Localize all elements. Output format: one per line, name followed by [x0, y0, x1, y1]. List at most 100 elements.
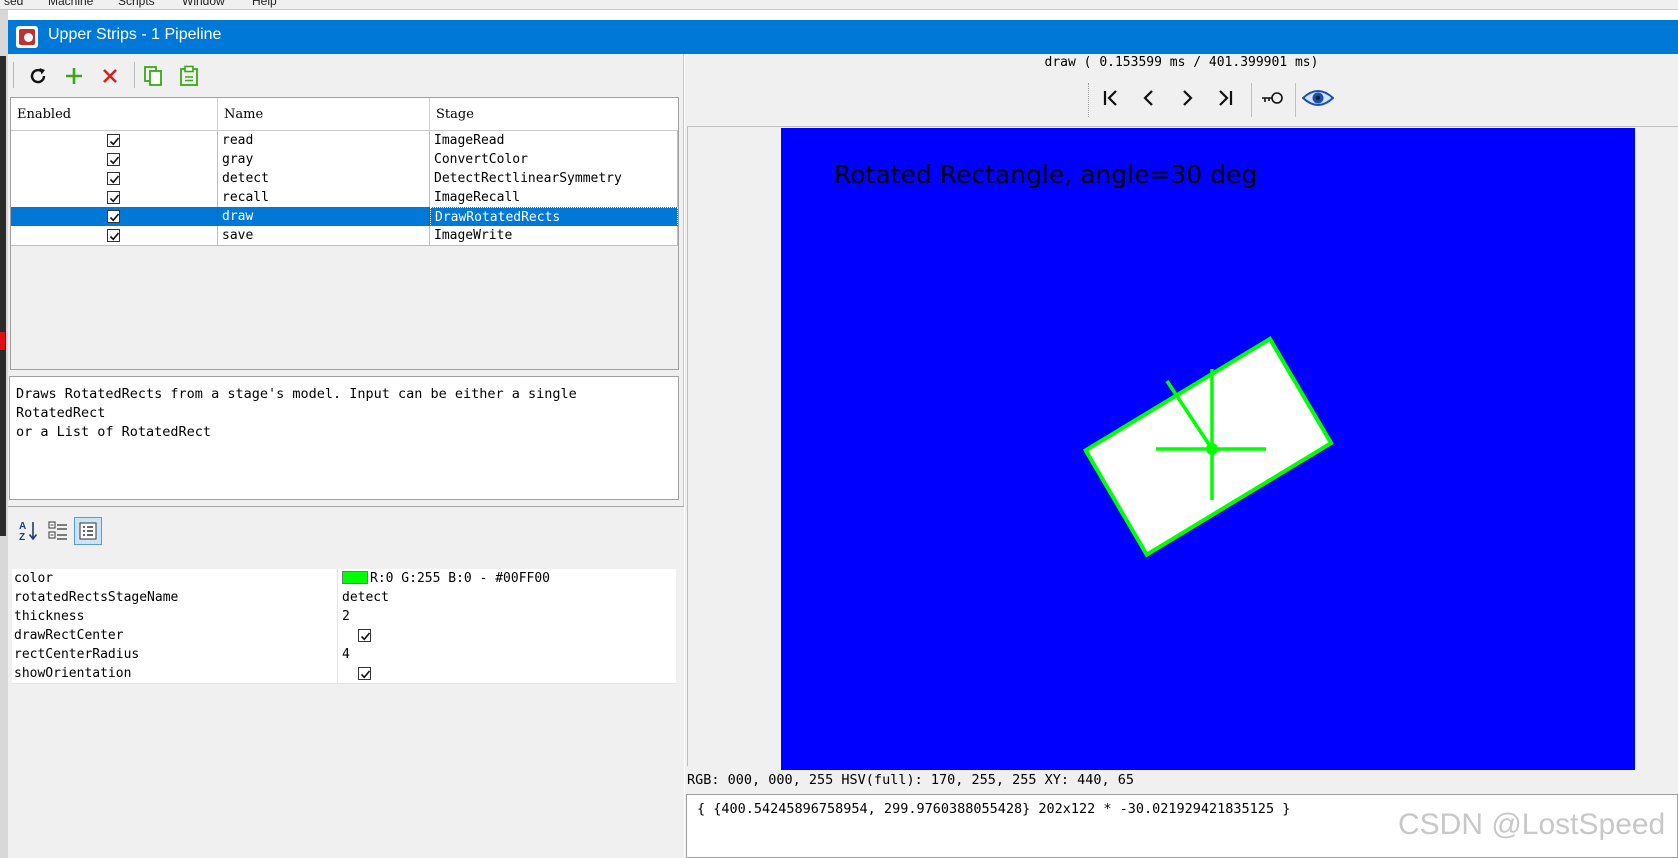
stage-type-cell[interactable]: DrawRotatedRects: [430, 207, 678, 227]
table-row[interactable]: detect DetectRectlinearSymmetry: [11, 169, 678, 189]
property-key: showOrientation: [14, 666, 132, 681]
background-window-edge: [0, 10, 8, 858]
table-row[interactable]: read ImageRead: [11, 131, 678, 151]
property-row[interactable]: thickness 2: [12, 607, 676, 627]
description-line: Draws RotatedRects from a stage's model.…: [16, 386, 577, 421]
next-icon: [1183, 90, 1193, 106]
first-frame-button[interactable]: [1097, 85, 1125, 111]
stage-type-cell[interactable]: DetectRectlinearSymmetry: [430, 169, 678, 189]
table-row[interactable]: save ImageWrite: [11, 226, 678, 246]
pixel-info-label: RGB: 000, 000, 255 HSV(full): 170, 255, …: [687, 772, 1135, 788]
eye-icon: [1302, 90, 1334, 106]
toolbar-separator: [1251, 83, 1252, 117]
add-stage-button[interactable]: [60, 62, 88, 90]
sort-alpha-icon: A Z: [19, 521, 38, 543]
stage-type-cell[interactable]: ImageWrite: [430, 226, 678, 246]
stage-description: Draws RotatedRects from a stage's model.…: [9, 376, 679, 500]
table-header: Enabled Name Stage: [11, 98, 678, 131]
stage-name-cell[interactable]: draw: [218, 207, 430, 227]
property-key: rectCenterRadius: [14, 647, 140, 662]
stage-name-cell[interactable]: recall: [218, 188, 430, 208]
enabled-checkbox[interactable]: [107, 210, 120, 223]
stages-table: Enabled Name Stage read ImageRead gray C…: [10, 97, 679, 370]
refresh-button[interactable]: [24, 62, 52, 90]
enabled-checkbox[interactable]: [107, 229, 120, 242]
menu-fragment[interactable]: sed: [4, 0, 23, 8]
categorized-icon: [48, 521, 67, 540]
show-image-toggle[interactable]: [1301, 85, 1335, 111]
property-key: rotatedRectsStageName: [14, 590, 179, 605]
plus-icon: [66, 68, 82, 84]
pipeline-panel: Enabled Name Stage read ImageRead gray C…: [8, 54, 684, 858]
rect-center-dot: [1206, 443, 1218, 455]
property-row[interactable]: showOrientation: [12, 664, 676, 684]
stage-name-cell[interactable]: detect: [218, 169, 430, 189]
enabled-checkbox[interactable]: [107, 134, 120, 147]
svg-text:A: A: [19, 521, 26, 532]
timing-label: draw ( 0.153599 ms / 401.399901 ms): [1044, 55, 1319, 70]
table-row-selected[interactable]: draw DrawRotatedRects: [11, 207, 678, 227]
property-value[interactable]: 4: [342, 645, 350, 664]
properties-panel: A Z color R:0 G:255 B:0 - #00FF00 rotate…: [8, 506, 684, 858]
pin-button[interactable]: [1259, 85, 1287, 111]
stage-name-cell[interactable]: read: [218, 131, 430, 151]
property-key: color: [14, 571, 54, 586]
categorized-button[interactable]: [44, 517, 72, 545]
window-title: Upper Strips - 1 Pipeline: [48, 26, 222, 43]
watermark: CSDN @LostSpeed: [1398, 808, 1666, 841]
column-header-name[interactable]: Name: [218, 98, 430, 131]
table-row[interactable]: recall ImageRecall: [11, 188, 678, 208]
pipeline-toolbar: [8, 54, 684, 96]
list-view-button[interactable]: [74, 517, 102, 545]
property-key: thickness: [14, 609, 85, 624]
copy-button[interactable]: [139, 62, 167, 90]
stage-type-cell[interactable]: ConvertColor: [430, 150, 678, 170]
property-row[interactable]: drawRectCenter: [12, 626, 676, 646]
column-header-enabled[interactable]: Enabled: [11, 98, 218, 131]
paste-button[interactable]: [175, 62, 203, 90]
menu-bar-remnant: sed Machine Scripts Window Help: [0, 0, 1678, 9]
menu-fragment[interactable]: Scripts: [118, 0, 155, 8]
last-frame-button[interactable]: [1211, 85, 1239, 111]
stage-type-cell[interactable]: ImageRecall: [430, 188, 678, 208]
toolbar-grip: [1088, 83, 1089, 117]
image-caption: Rotated Rectangle, angle=30 deg: [834, 160, 1257, 189]
column-header-stage[interactable]: Stage: [430, 98, 678, 131]
red-x-icon: [103, 69, 117, 83]
first-icon: [1103, 90, 1117, 106]
menu-fragment[interactable]: Window: [182, 0, 225, 8]
property-row[interactable]: rotatedRectsStageName detect: [12, 588, 676, 608]
enabled-checkbox[interactable]: [107, 172, 120, 185]
enabled-checkbox[interactable]: [107, 153, 120, 166]
window-title-bar[interactable]: Upper Strips - 1 Pipeline: [8, 20, 1678, 54]
copy-icon: [144, 66, 162, 86]
last-icon: [1219, 90, 1233, 106]
paste-icon: [180, 65, 198, 86]
delete-stage-button[interactable]: [96, 62, 124, 90]
property-row[interactable]: rectCenterRadius 4: [12, 645, 676, 665]
menu-fragment[interactable]: Help: [252, 0, 277, 8]
description-line: or a List of RotatedRect: [16, 424, 212, 440]
stage-name-cell[interactable]: gray: [218, 150, 430, 170]
property-value[interactable]: R:0 G:255 B:0 - #00FF00: [342, 569, 550, 588]
list-view-icon: [79, 522, 97, 540]
divider: [0, 9, 1678, 10]
property-value[interactable]: 2: [342, 607, 350, 626]
property-value[interactable]: detect: [342, 588, 389, 607]
image-canvas[interactable]: Rotated Rectangle, angle=30 deg: [781, 128, 1635, 770]
property-row-color[interactable]: color R:0 G:255 B:0 - #00FF00: [12, 569, 676, 589]
svg-text:Z: Z: [19, 532, 25, 543]
toolbar-separator: [134, 62, 135, 88]
prev-frame-button[interactable]: [1135, 85, 1163, 111]
sort-alpha-button[interactable]: A Z: [14, 517, 42, 545]
stage-name-cell[interactable]: save: [218, 226, 430, 246]
property-key: drawRectCenter: [14, 628, 124, 643]
draw-rect-center-checkbox[interactable]: [358, 629, 371, 642]
stage-type-cell[interactable]: ImageRead: [430, 131, 678, 151]
table-row[interactable]: gray ConvertColor: [11, 150, 678, 170]
show-orientation-checkbox[interactable]: [358, 667, 371, 680]
menu-fragment[interactable]: Machine: [48, 0, 93, 8]
enabled-checkbox[interactable]: [107, 191, 120, 204]
toolbar-separator: [1295, 83, 1296, 117]
next-frame-button[interactable]: [1173, 85, 1201, 111]
